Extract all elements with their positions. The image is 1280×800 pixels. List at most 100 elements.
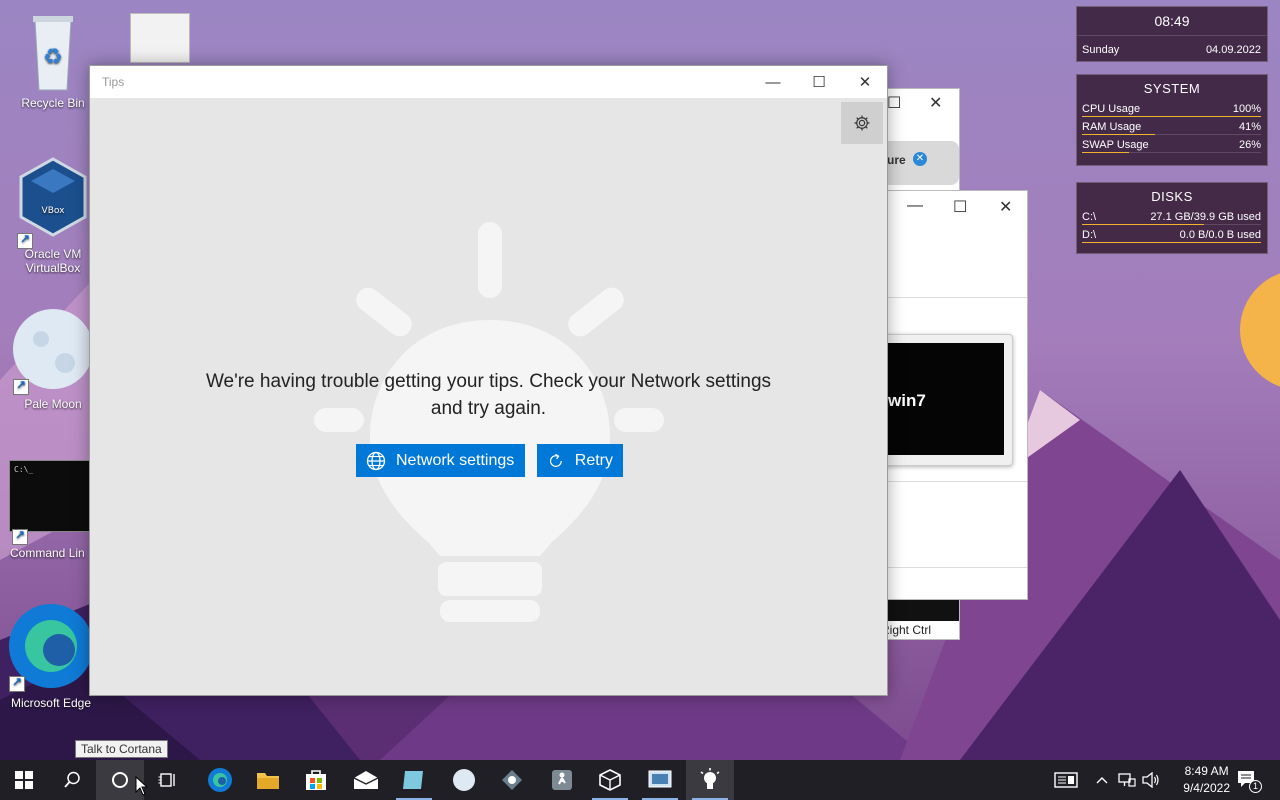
task-view-button[interactable]: [144, 760, 192, 800]
ram-usage-value: 41%: [1238, 121, 1261, 133]
close-icon[interactable]: ✕: [999, 197, 1012, 217]
tips-titlebar[interactable]: Tips — ☐ ✕: [90, 66, 887, 98]
news-button[interactable]: [1054, 760, 1078, 800]
swap-usage-value: 26%: [1238, 139, 1261, 151]
notes-app-icon: [403, 771, 423, 789]
cpu-usage-label: CPU Usage: [1082, 103, 1141, 115]
shortcut-arrow-icon: [9, 675, 25, 692]
cpu-usage-bar: [1082, 116, 1261, 117]
disk-c-row: C:\ 27.1 GB/39.9 GB used: [1077, 208, 1267, 226]
desktop-icon-command-line[interactable]: C:\_ Command Lin: [6, 460, 96, 560]
volume-button[interactable]: [1142, 760, 1160, 800]
desktop-icon-microsoft-edge[interactable]: Microsoft Edge: [6, 598, 96, 710]
background-partial-text: ure: [887, 153, 906, 167]
shortcut-arrow-icon: [12, 528, 28, 545]
restore-icon[interactable]: ☐: [887, 93, 901, 113]
runner-app-icon: [552, 770, 572, 790]
taskbar-edge[interactable]: [196, 760, 244, 800]
store-icon: [306, 770, 326, 790]
ram-usage-label: RAM Usage: [1082, 121, 1142, 133]
swap-usage-bar: [1082, 152, 1129, 153]
system-widget: SYSTEM CPU Usage 100% RAM Usage 41% SWAP…: [1076, 74, 1268, 166]
vm-preview-label: win7: [888, 391, 926, 410]
maximize-button[interactable]: ☐: [796, 66, 842, 98]
file-icon[interactable]: [130, 13, 190, 63]
taskbar-mail[interactable]: [342, 760, 390, 800]
globe-icon: [366, 451, 386, 470]
disks-widget: DISKS C:\ 27.1 GB/39.9 GB used D:\ 0.0 B…: [1076, 182, 1268, 254]
search-icon: [64, 771, 80, 788]
shortcut-arrow-icon: [17, 232, 33, 249]
network-settings-label: Network settings: [396, 451, 515, 469]
taskbar-app-notes[interactable]: [390, 760, 438, 800]
taskbar-tips[interactable]: [686, 760, 734, 800]
chevron-up-icon: [1096, 777, 1108, 784]
desktop-icon-label: Recycle Bin: [21, 96, 85, 110]
folder-icon: [257, 773, 279, 789]
search-button[interactable]: [48, 760, 96, 800]
pale-moon-icon: [453, 769, 475, 791]
close-icon[interactable]: ✕: [929, 93, 942, 113]
cortana-icon: [112, 772, 128, 788]
edge-icon: [9, 598, 93, 692]
desktop-icon-label: Command Lin: [10, 546, 85, 560]
command-prompt-icon: C:\_: [9, 460, 93, 545]
recycle-bin-icon: ♻: [25, 12, 81, 92]
taskbar-app-tool[interactable]: [488, 760, 536, 800]
retry-button[interactable]: Retry: [537, 444, 623, 477]
maximize-icon: ☐: [812, 74, 826, 91]
taskbar-file-explorer[interactable]: [244, 760, 292, 800]
minimize-button[interactable]: —: [750, 66, 796, 98]
host-key-label: Right Ctrl: [881, 623, 932, 637]
disk-d-bar: [1082, 242, 1261, 243]
refresh-icon: [549, 453, 562, 467]
taskbar: 8:49 AM 9/4/2022 1: [0, 760, 1280, 800]
maximize-icon[interactable]: ☐: [953, 197, 967, 217]
pale-moon-icon: [13, 305, 93, 395]
desktop-icon-pale-moon[interactable]: Pale Moon: [8, 305, 98, 411]
taskbar-app-monitor[interactable]: [636, 760, 684, 800]
taskbar-clock[interactable]: 8:49 AM 9/4/2022: [1183, 763, 1230, 797]
clock-date: 04.09.2022: [1205, 44, 1261, 56]
cortana-tooltip: Talk to Cortana: [75, 740, 168, 758]
desktop-icon-label: Microsoft Edge: [10, 696, 92, 710]
ram-usage-bar: [1082, 134, 1156, 135]
lightbulb-icon: [700, 768, 720, 789]
window-title: Tips: [102, 75, 125, 89]
edge-icon: [208, 768, 232, 792]
network-icon: [1118, 773, 1136, 787]
desktop-icon-recycle-bin[interactable]: ♻ Recycle Bin: [8, 12, 98, 110]
gear-icon: [854, 115, 870, 131]
disk-c-bar: [1082, 224, 1204, 225]
show-hidden-icons-button[interactable]: [1096, 760, 1108, 800]
background-window-manager[interactable]: — ☐ ✕ win7: [880, 190, 1028, 600]
action-center-button[interactable]: 1: [1236, 760, 1262, 800]
remove-icon[interactable]: ✕: [913, 152, 927, 166]
start-button[interactable]: [0, 760, 48, 800]
cpu-usage-row: CPU Usage 100%: [1077, 100, 1267, 118]
desktop-icon-virtualbox[interactable]: VBox Oracle VM VirtualBox: [8, 155, 98, 275]
taskbar-pale-moon[interactable]: [440, 760, 488, 800]
minimize-icon[interactable]: —: [907, 197, 923, 215]
taskbar-store[interactable]: [292, 760, 340, 800]
mail-icon: [353, 771, 379, 789]
disk-d-row: D:\ 0.0 B/0.0 B used: [1077, 226, 1267, 244]
network-tray-button[interactable]: [1118, 760, 1136, 800]
ram-usage-row: RAM Usage 41%: [1077, 118, 1267, 136]
desktop-icon-label: Oracle VM VirtualBox: [24, 247, 82, 275]
news-icon: [1054, 772, 1078, 788]
vm-preview[interactable]: win7: [881, 334, 1013, 466]
close-button[interactable]: ✕: [842, 66, 888, 98]
disks-widget-title: DISKS: [1151, 189, 1193, 204]
task-view-icon: [158, 773, 175, 787]
settings-button[interactable]: [841, 102, 883, 144]
network-settings-button[interactable]: Network settings: [356, 444, 525, 477]
svg-text:♻: ♻: [43, 45, 63, 70]
taskbar-app-runner[interactable]: [538, 760, 586, 800]
error-message-line2: and try again.: [430, 398, 547, 419]
tips-window[interactable]: Tips — ☐ ✕ We're having trouble getting …: [89, 65, 888, 696]
mouse-cursor-icon: [135, 776, 147, 796]
taskbar-virtualbox[interactable]: [586, 760, 634, 800]
clock-day: Sunday: [1082, 44, 1120, 56]
taskbar-date: 9/4/2022: [1183, 781, 1230, 795]
